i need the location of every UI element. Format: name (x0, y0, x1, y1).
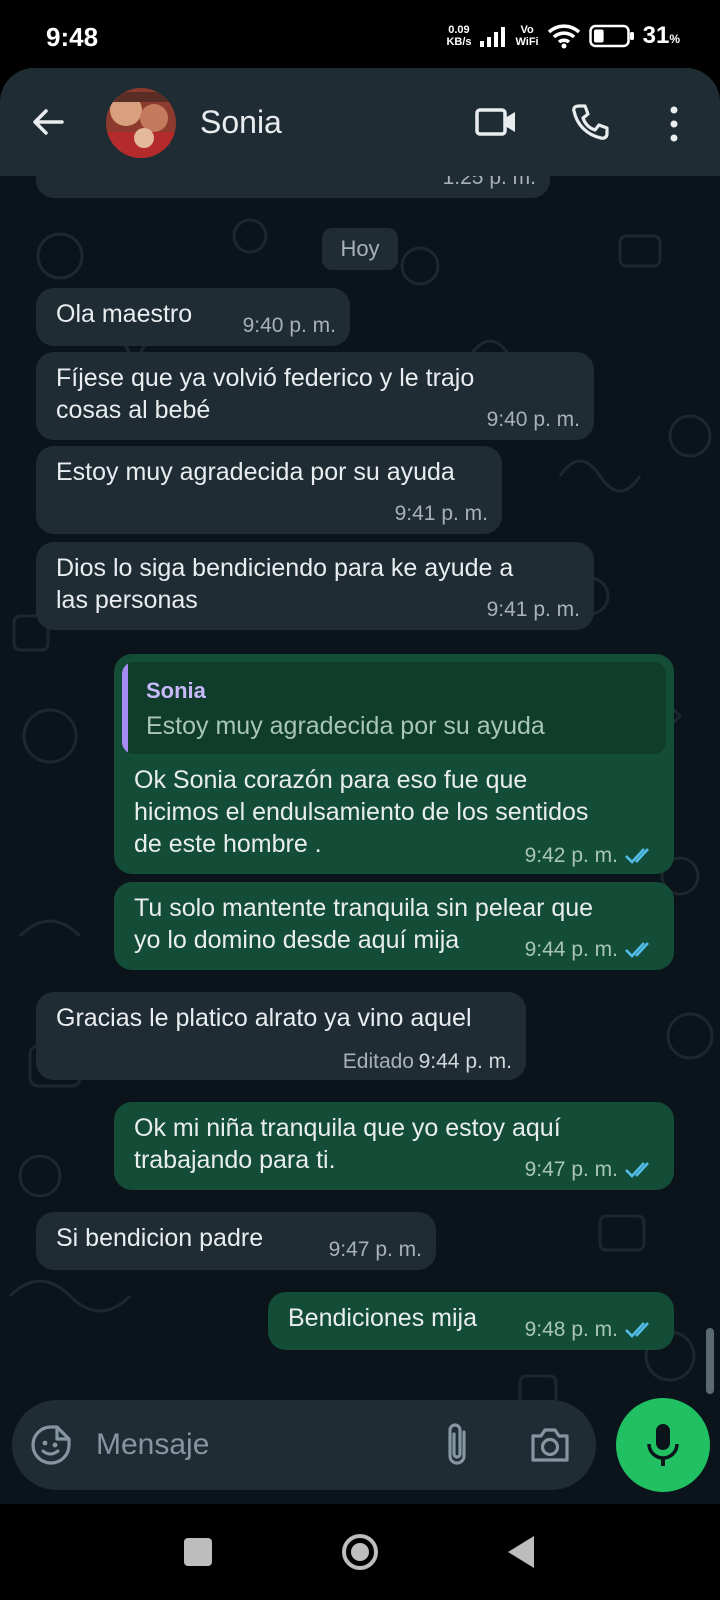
message-input[interactable] (96, 1418, 416, 1472)
vowifi-indicator: Vo WiFi (515, 24, 539, 48)
read-receipt-icon (625, 1162, 649, 1178)
message-composer (0, 1380, 720, 1504)
message-time: 9:41 p. m. (394, 502, 488, 525)
message-bubble[interactable]: Dios lo siga bendiciendo para ke ayude a… (36, 542, 594, 630)
message-bubble[interactable]: Ok mi niña tranquila que yo estoy aquí t… (114, 1102, 674, 1190)
message-time: 9:44 p. m. (418, 1050, 512, 1073)
battery-icon (588, 24, 634, 48)
message-bubble[interactable]: Gracias le platico alrato ya vino aquel … (36, 992, 526, 1080)
message-bubble-partial[interactable]: 1:25 p. m. (36, 176, 550, 198)
signal-icon (479, 27, 505, 47)
network-speed: 0.09 KB/s (446, 24, 472, 48)
status-bar: 9:48 0.09 KB/s Vo WiFi 31% (0, 0, 720, 70)
recents-button[interactable] (184, 1538, 212, 1566)
contact-name[interactable]: Sonia (200, 104, 282, 141)
message-text: yo lo domino desde aquí mija (134, 926, 460, 954)
message-time: 9:47 p. m. (328, 1238, 422, 1261)
status-time: 9:48 (46, 22, 99, 52)
message-text: Si bendicion padre (56, 1224, 264, 1252)
message-text: Fíjese que ya volvió federico y le trajo (56, 364, 475, 392)
wifi-icon (547, 24, 580, 49)
date-chip: Hoy (322, 228, 398, 270)
avatar[interactable] (106, 88, 176, 158)
chat-area[interactable]: 1:25 p. m. Hoy Ola maestro 9:40 p. m. Fí… (0, 176, 720, 1504)
message-text: Estoy muy agradecida por su ayuda (56, 458, 455, 486)
message-text: Ok mi niña tranquila que yo estoy aquí (134, 1114, 561, 1142)
quoted-text: Estoy muy agradecida por su ayuda (146, 712, 545, 740)
message-text: de este hombre . (134, 830, 322, 858)
paperclip-icon[interactable] (440, 1420, 474, 1470)
message-text: las personas (56, 586, 198, 614)
message-text: Gracias le platico alrato ya vino aquel (56, 1004, 472, 1032)
chat-header: Sonia (0, 68, 720, 176)
edited-label: Editado (342, 1050, 414, 1073)
quoted-sender: Sonia (146, 678, 206, 703)
read-receipt-icon (625, 942, 649, 958)
message-text: Dios lo siga bendiciendo para ke ayude a (56, 554, 514, 582)
read-receipt-icon (625, 1322, 649, 1338)
message-text: Bendiciones mija (288, 1304, 477, 1332)
status-icons: 0.09 KB/s Vo WiFi 31% (446, 22, 680, 50)
message-text: Tu solo mantente tranquila sin pelear qu… (134, 894, 594, 922)
message-text: Ok Sonia corazón para eso fue que (134, 766, 528, 794)
message-bubble[interactable]: Ola maestro 9:40 p. m. (36, 288, 350, 346)
message-time: 9:40 p. m. (486, 408, 580, 431)
phone-icon[interactable] (570, 102, 610, 142)
battery-percent: 31% (642, 22, 680, 49)
video-camera-icon[interactable] (474, 104, 518, 140)
message-input-container[interactable] (12, 1400, 596, 1490)
message-time: 9:41 p. m. (486, 598, 580, 621)
message-time: 9:40 p. m. (242, 314, 336, 337)
message-bubble[interactable]: Estoy muy agradecida por su ayuda 9:41 p… (36, 446, 502, 534)
message-bubble[interactable]: Bendiciones mija 9:48 p. m. (268, 1292, 674, 1350)
message-text: trabajando para ti. (134, 1146, 336, 1174)
back-triangle-icon[interactable] (506, 1534, 536, 1570)
camera-icon[interactable] (528, 1424, 572, 1466)
message-time: 1:25 p. m. (442, 176, 536, 189)
message-text: Ola maestro (56, 300, 193, 328)
message-text: hicimos el endulsamiento de los sentidos (134, 798, 589, 826)
message-bubble[interactable]: Sonia Estoy muy agradecida por su ayuda … (114, 654, 674, 874)
voice-message-button[interactable] (616, 1398, 710, 1492)
message-bubble[interactable]: Tu solo mantente tranquila sin pelear qu… (114, 882, 674, 970)
quoted-message[interactable]: Sonia Estoy muy agradecida por su ayuda (122, 662, 666, 754)
system-nav-bar (0, 1504, 720, 1600)
quote-accent-bar (122, 662, 128, 754)
arrow-left-icon[interactable] (28, 102, 68, 142)
sticker-emoji-icon[interactable] (30, 1424, 72, 1466)
message-time: 9:44 p. m. (524, 938, 618, 961)
read-receipt-icon (625, 848, 649, 864)
microphone-icon (647, 1424, 679, 1466)
message-time: 9:42 p. m. (524, 844, 618, 867)
more-vertical-icon[interactable] (664, 104, 684, 144)
message-time: 9:47 p. m. (524, 1158, 618, 1181)
home-button[interactable] (340, 1532, 380, 1572)
message-bubble[interactable]: Fíjese que ya volvió federico y le trajo… (36, 352, 594, 440)
message-text: cosas al bebé (56, 396, 211, 424)
message-bubble[interactable]: Si bendicion padre 9:47 p. m. (36, 1212, 436, 1270)
message-time: 9:48 p. m. (524, 1318, 618, 1341)
